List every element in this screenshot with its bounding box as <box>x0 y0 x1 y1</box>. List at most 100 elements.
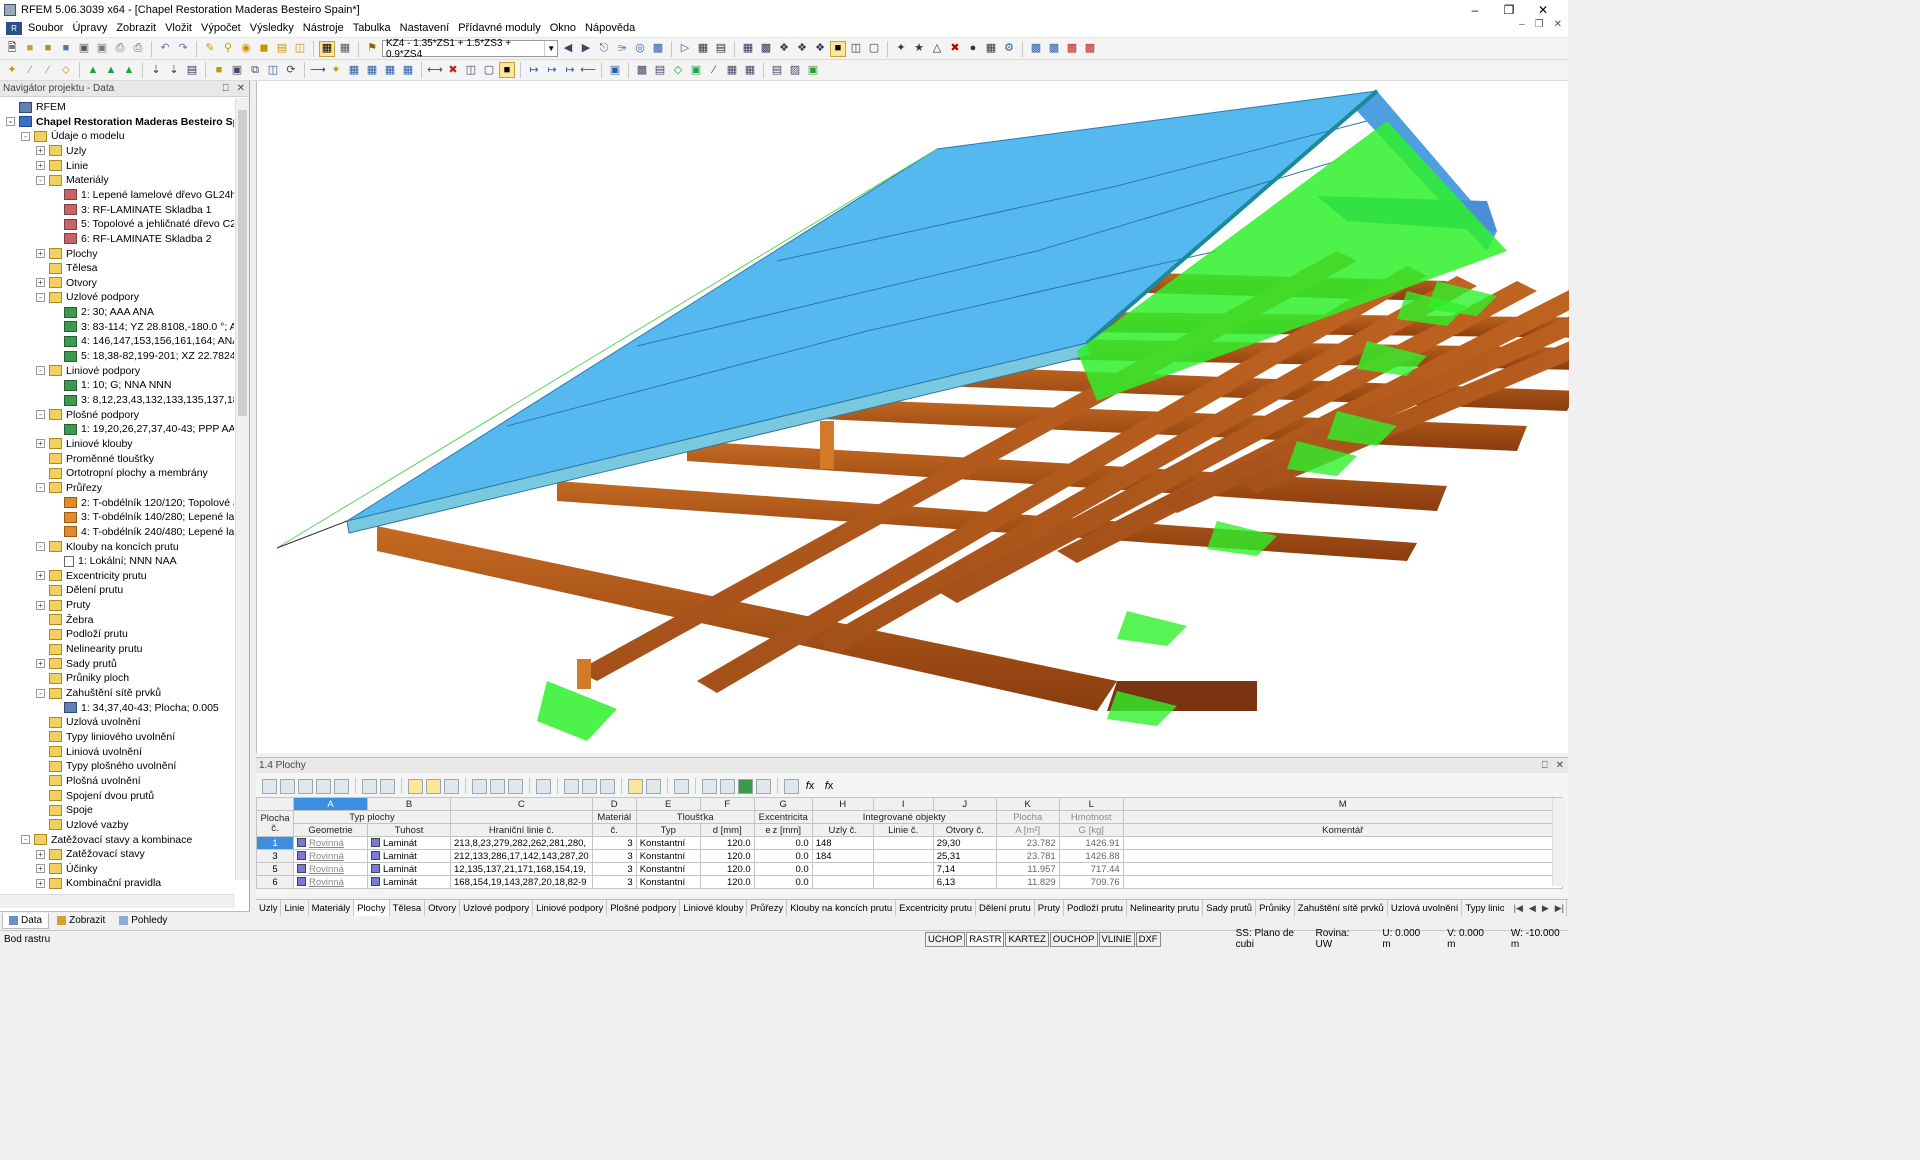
cell-typ[interactable]: Konstantní <box>635 862 701 876</box>
cube-icon[interactable]: ▣ <box>607 62 623 78</box>
navigator-close-icon[interactable]: ✕ <box>237 83 245 94</box>
coordinate-system-icon[interactable]: ⟵ <box>580 62 596 78</box>
select-icon[interactable]: ✦ <box>893 41 909 57</box>
display-results-icon[interactable]: ◎ <box>632 41 648 57</box>
tree-item[interactable]: - Klouby na koncích prutu <box>36 540 179 554</box>
warning-icon[interactable]: △ <box>929 41 945 57</box>
tree-item[interactable]: + Plochy <box>36 247 98 261</box>
cell-area[interactable]: 11.957 <box>995 862 1060 876</box>
tree-item[interactable]: 6: RF-LAMINATE Skladba 2 <box>51 232 212 246</box>
navigator-scrollbar[interactable] <box>235 98 249 880</box>
panel-pin-icon[interactable]: ⎕ <box>1542 760 1548 771</box>
table-row[interactable]: 6 Rovinná Laminát 168,154,19,143,287,20,18,… <box>256 875 1563 889</box>
connect-icon[interactable]: ▦ <box>346 62 362 78</box>
table-row[interactable]: 3 Rovinná Laminát 212,133,286,17,142,143,28… <box>256 849 1563 863</box>
cell-mat[interactable]: 3 <box>591 849 637 863</box>
cell-tuh[interactable]: Laminát <box>367 862 451 876</box>
axis-y-icon[interactable]: ↦ <box>544 62 560 78</box>
table-tab[interactable]: Uzlová uvolnění <box>1388 900 1463 916</box>
expand-icon[interactable]: + <box>36 146 45 156</box>
member-icon[interactable]: ∕ <box>40 62 56 78</box>
animation-icon[interactable]: ▷ <box>677 41 693 57</box>
cell-mass[interactable]: 1426.88 <box>1058 849 1124 863</box>
arrange-icon[interactable]: ▦ <box>724 62 740 78</box>
table-tool-icon[interactable] <box>444 778 459 794</box>
table-tool-icon[interactable] <box>380 778 395 794</box>
col-letter[interactable]: A <box>293 797 368 811</box>
deformation-icon[interactable]: ⭄ <box>614 41 630 57</box>
close-button[interactable]: ✕ <box>1526 0 1560 19</box>
cell-typ[interactable]: Konstantní <box>635 849 701 863</box>
cell-hran[interactable]: 168,154,19,143,287,20,18,82-9 <box>450 875 593 889</box>
menu-vysledky[interactable]: Výsledky <box>250 22 302 34</box>
cell-d[interactable]: 120.0 <box>699 836 755 850</box>
structure-3d-render[interactable] <box>257 81 1717 753</box>
tree-item[interactable]: 4: T-obdélník 240/480; Lepené lam <box>51 525 234 539</box>
print-icon[interactable]: ⎙ <box>112 41 128 57</box>
cell-ez[interactable]: 0.0 <box>753 862 813 876</box>
cell-mass[interactable]: 1426.91 <box>1058 836 1124 850</box>
menu-tabulka[interactable]: Tabulka <box>353 22 399 34</box>
cell-mat[interactable]: 3 <box>591 862 637 876</box>
next-load-case-icon[interactable]: ▶ <box>578 41 594 57</box>
table-tab[interactable]: Podloží prutu <box>1064 900 1127 916</box>
col-letter[interactable]: D <box>591 797 637 811</box>
col-letter[interactable]: J <box>932 797 997 811</box>
table-tab[interactable]: Nelinearity prutu <box>1127 900 1204 916</box>
tree-item[interactable]: - Údaje o modelu <box>21 129 125 143</box>
table-tool-icon[interactable] <box>280 778 295 794</box>
expand-icon[interactable]: + <box>36 439 45 449</box>
table-tool-icon[interactable] <box>536 778 551 794</box>
tree-item[interactable]: Průniky ploch <box>36 671 129 685</box>
collapse-icon[interactable]: - <box>21 131 30 141</box>
move-icon[interactable]: ⟶ <box>310 62 326 78</box>
solid-icon[interactable]: ■ <box>211 62 227 78</box>
view-y-icon[interactable]: ❖ <box>794 41 810 57</box>
status-toggle-ouchop[interactable]: OUCHOP <box>1049 931 1098 947</box>
target-icon[interactable]: ◉ <box>238 41 254 57</box>
calculator-icon[interactable]: ▦ <box>983 41 999 57</box>
cell-linie[interactable] <box>872 875 934 889</box>
model-check-icon[interactable]: ◼ <box>256 41 272 57</box>
visibility-icon[interactable]: ★ <box>911 41 927 57</box>
line-icon[interactable]: ∕ <box>22 62 38 78</box>
last-tab-icon[interactable]: ▶| <box>1555 903 1564 914</box>
menu-vlozit[interactable]: Vložit <box>165 22 200 34</box>
table-tab[interactable]: Plochy <box>354 900 390 916</box>
tree-item[interactable]: 1: Lokální; NNN NAA <box>51 554 177 568</box>
node-icon[interactable]: ✦ <box>4 62 20 78</box>
rfem-logo-icon[interactable]: R <box>6 21 22 35</box>
load-combination-select[interactable]: KZ4 - 1.35*ZS1 + 1.5*ZS3 + 0.9*ZS4 ▼ <box>382 38 558 60</box>
expand-icon[interactable]: + <box>36 161 45 171</box>
open-archive-icon[interactable]: ■ <box>40 41 56 57</box>
tree-item[interactable]: 1: 34,37,40-43; Plocha; 0.005 <box>51 701 219 715</box>
tree-item[interactable]: Dělení prutu <box>36 583 123 597</box>
col-letter[interactable]: G <box>753 797 813 811</box>
prev-tab-icon[interactable]: ◀ <box>1529 903 1536 914</box>
tree-item[interactable]: 5: Topolové a jehličnaté dřevo C22 <box>51 217 234 231</box>
cell-hran[interactable]: 212,133,286,17,142,143,287,20 <box>450 849 593 863</box>
tree-item[interactable]: 3: RF-LAMINATE Skladba 1 <box>51 203 212 217</box>
redo-icon[interactable]: ↷ <box>175 41 191 57</box>
cell-geom[interactable]: Rovinná <box>293 875 368 889</box>
cell-otv[interactable]: 7,14 <box>932 862 997 876</box>
merge-icon[interactable]: ▦ <box>382 62 398 78</box>
tree-item[interactable]: - Plošné podpory <box>36 408 139 422</box>
report-icon[interactable]: ▩ <box>1064 41 1080 57</box>
panel-view-icon[interactable]: ▦ <box>337 41 353 57</box>
menu-nastroje[interactable]: Nástroje <box>303 22 352 34</box>
cell-mat[interactable]: 3 <box>591 836 637 850</box>
tree-item[interactable]: Uzlová uvolnění <box>36 715 141 729</box>
tree-item[interactable]: Žebra <box>36 613 93 627</box>
tree-item[interactable]: + Excentricity prutu <box>36 569 147 583</box>
table-tab[interactable]: Tělesa <box>390 900 426 916</box>
table-tab[interactable]: Linie <box>281 900 309 916</box>
mdi-restore-icon[interactable]: ❐ <box>1535 19 1544 30</box>
save-as-icon[interactable]: ▣ <box>94 41 110 57</box>
surface-color-icon[interactable]: ◇ <box>670 62 686 78</box>
tree-item[interactable]: + Zatěžovací stavy <box>36 847 145 861</box>
table-tool-icon[interactable] <box>720 778 735 794</box>
prev-load-case-icon[interactable]: ◀ <box>560 41 576 57</box>
status-toggle-rastr[interactable]: RASTR <box>966 931 1005 947</box>
col-letter[interactable]: I <box>872 797 934 811</box>
